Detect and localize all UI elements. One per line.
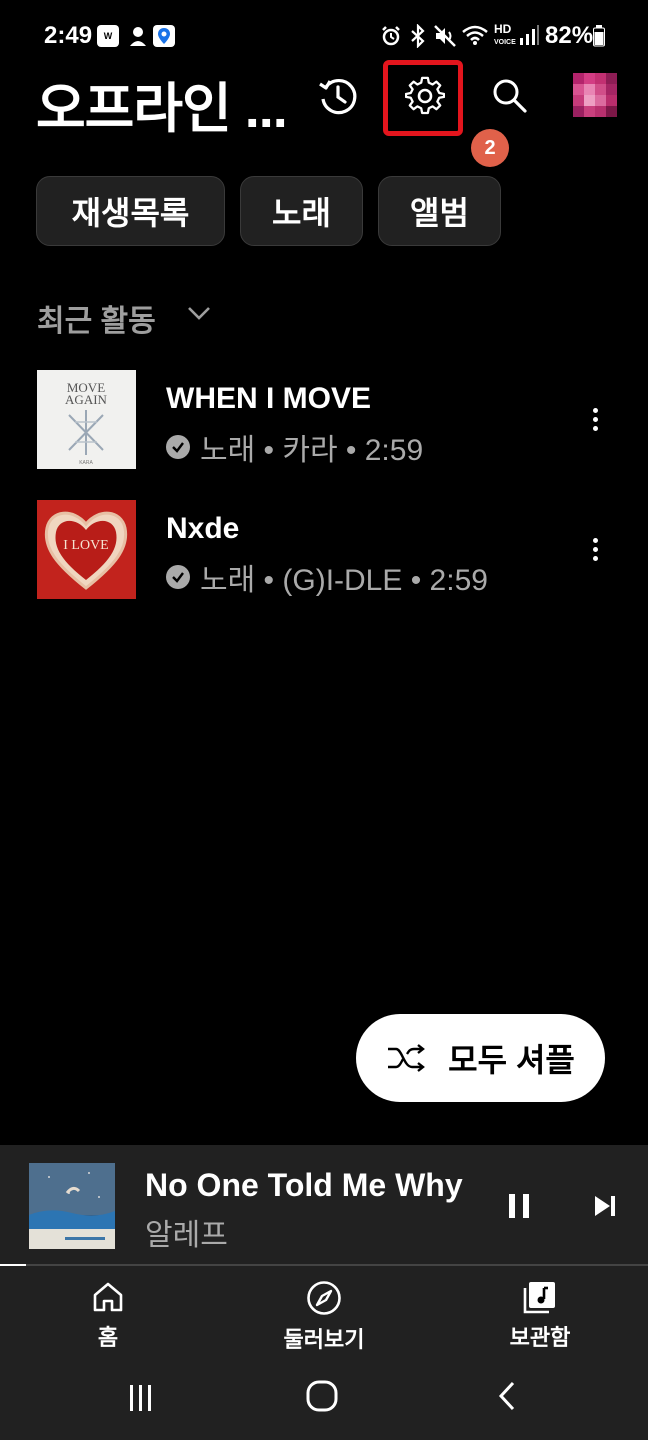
chip-playlists[interactable]: 재생목록: [36, 176, 225, 246]
shuffle-all-button[interactable]: 모두 셔플: [356, 1014, 605, 1102]
art-line-3: KARA: [79, 460, 93, 466]
signal-icon: [518, 24, 540, 51]
album-art-i-love[interactable]: I LOVE: [37, 500, 136, 599]
track-meta-text: 노래 • 카라 • 2:59: [200, 434, 424, 467]
system-back-button[interactable]: [487, 1376, 527, 1416]
now-playing-album-art[interactable]: [29, 1163, 115, 1249]
battery-percent: 82%: [545, 22, 594, 49]
track-title[interactable]: Nxde: [166, 512, 239, 546]
home-circle-icon: [306, 1380, 338, 1412]
step-badge: 2: [471, 129, 509, 167]
nav-explore-label: 둘러보기: [283, 1327, 365, 1352]
nav-home-label: 홈: [97, 1325, 119, 1350]
art-text: I LOVE: [63, 538, 109, 553]
weverse-app-icon: W: [97, 25, 119, 47]
maps-app-icon: [153, 25, 175, 47]
recent-activity-dropdown[interactable]: 최근 활동: [37, 296, 156, 340]
tiktok-style-app-icon: [127, 24, 149, 53]
chip-songs[interactable]: 노래: [240, 176, 363, 246]
shuffle-all-label: 모두 셔플: [448, 1042, 575, 1078]
pause-icon: [509, 1194, 529, 1218]
search-button[interactable]: [480, 66, 540, 126]
now-playing-artist[interactable]: 알레프: [145, 1210, 228, 1254]
back-icon: [498, 1381, 515, 1411]
nav-explore[interactable]: 둘러보기: [264, 1280, 384, 1356]
next-track-button[interactable]: [583, 1184, 627, 1228]
downloaded-check-icon: [166, 565, 190, 589]
track-title[interactable]: WHEN I MOVE: [166, 382, 371, 416]
nav-library[interactable]: 보관함: [490, 1280, 590, 1356]
hd-voice-icon: HD VOICE: [494, 22, 516, 46]
settings-highlight-box: [383, 60, 463, 136]
pause-button[interactable]: [497, 1184, 541, 1228]
more-options-button[interactable]: [583, 399, 607, 439]
history-button[interactable]: [308, 66, 368, 126]
avatar[interactable]: [573, 73, 617, 117]
downloaded-check-icon: [166, 435, 190, 459]
battery-icon: [593, 25, 605, 52]
system-recents-button[interactable]: [121, 1378, 161, 1418]
alarm-icon: [380, 25, 402, 52]
album-art-move-again[interactable]: MOVE AGAIN KARA: [37, 370, 136, 469]
shuffle-icon: [388, 1044, 426, 1072]
library-icon: [523, 1282, 555, 1314]
nav-home[interactable]: 홈: [58, 1280, 158, 1356]
bluetooth-icon: [408, 23, 428, 53]
mute-icon: [433, 24, 457, 53]
history-icon: [319, 79, 357, 115]
page-title: 오프라인 ...: [36, 79, 288, 139]
track-meta: 노래 • (G)I-DLE • 2:59: [166, 555, 488, 599]
skip-next-icon: [595, 1196, 615, 1216]
track-meta: 노래 • 카라 • 2:59: [166, 425, 423, 469]
chip-albums[interactable]: 앨범: [378, 176, 501, 246]
wifi-icon: [461, 24, 489, 51]
home-icon: [93, 1282, 123, 1312]
track-meta-text: 노래 • (G)I-DLE • 2:59: [200, 564, 488, 597]
status-time: 2:49: [44, 22, 93, 49]
more-options-button[interactable]: [583, 529, 607, 569]
chevron-down-icon[interactable]: [186, 300, 212, 331]
recents-icon: [130, 1385, 151, 1411]
art-line-2: AGAIN: [65, 392, 107, 407]
now-playing-title[interactable]: No One Told Me Why: [145, 1167, 463, 1204]
search-icon: [493, 79, 527, 113]
nav-library-label: 보관함: [509, 1325, 571, 1350]
compass-icon: [307, 1281, 341, 1315]
system-home-button[interactable]: [302, 1376, 342, 1416]
